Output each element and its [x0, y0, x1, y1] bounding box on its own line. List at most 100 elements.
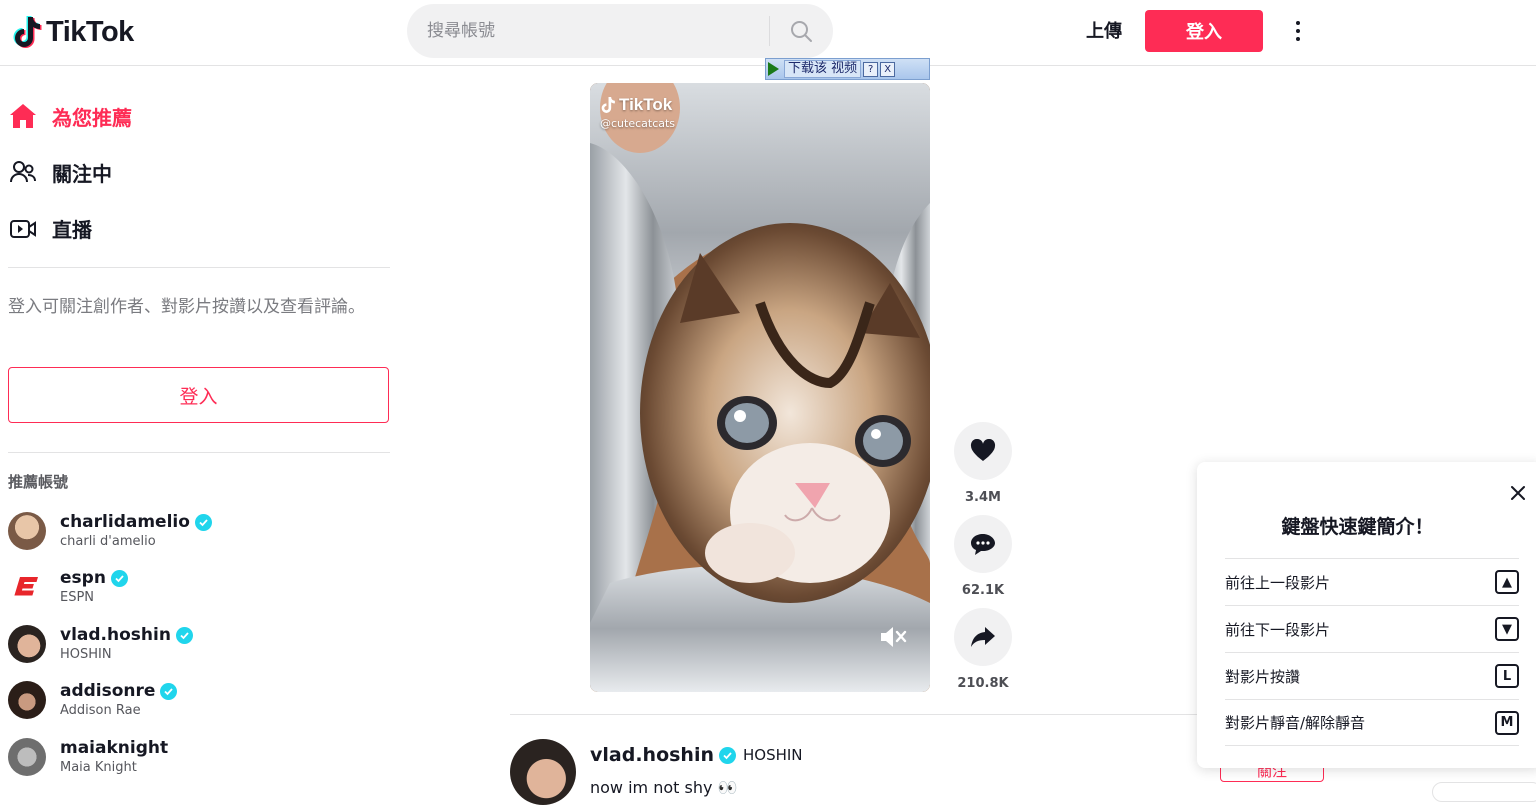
- share-button[interactable]: [954, 608, 1012, 666]
- shortcut-row: 前往下一段影片 ▼: [1225, 605, 1519, 652]
- top-header: TikTok 上傳 登入: [0, 0, 1536, 66]
- mute-button[interactable]: [878, 624, 910, 650]
- account-item[interactable]: espn ESPN: [8, 562, 388, 612]
- keyboard-shortcuts-panel: 鍵盤快速鍵簡介！ 前往上一段影片 ▲ 前往下一段影片 ▼ 對影片按讚 L 對影片…: [1197, 462, 1536, 768]
- account-nickname: charli d'amelio: [60, 534, 156, 549]
- account-username: addisonre: [60, 681, 156, 701]
- header-login-button[interactable]: 登入: [1145, 10, 1263, 52]
- arrow-down-key-icon: ▼: [1495, 617, 1519, 641]
- help-button[interactable]: ?: [863, 61, 879, 77]
- search-bar: [407, 4, 833, 58]
- sidebar: 為您推薦 關注中 直播 登入可關注創作者、對影片按讚以及查看評論。 登入 推薦帳…: [0, 67, 400, 790]
- avatar[interactable]: [510, 739, 576, 805]
- like-action: 3.4M: [954, 422, 1012, 505]
- m-key-icon: M: [1495, 710, 1519, 735]
- kitten-video-frame: [590, 83, 930, 692]
- verified-badge-icon: [160, 682, 178, 700]
- tiktok-note-icon: [601, 97, 615, 113]
- download-video-label[interactable]: 下载该 视频: [784, 60, 862, 78]
- account-item[interactable]: addisonre Addison Rae: [8, 675, 388, 725]
- arrow-up-key-icon: ▲: [1495, 570, 1519, 594]
- video-player[interactable]: TikTok @cutecatcats: [590, 83, 930, 692]
- account-username: espn: [60, 568, 106, 588]
- comment-button[interactable]: [954, 515, 1012, 573]
- more-dots-icon: [1296, 21, 1300, 25]
- account-item[interactable]: vlad.hoshin HOSHIN: [8, 619, 388, 669]
- recommended-accounts-title: 推薦帳號: [8, 473, 69, 491]
- watermark-brand: TikTok: [619, 95, 673, 114]
- sidebar-item-label: 為您推薦: [52, 105, 132, 130]
- account-nickname: Maia Knight: [60, 760, 137, 775]
- account-nickname: HOSHIN: [60, 647, 112, 662]
- avatar: [8, 681, 46, 719]
- espn-logo-avatar: [8, 568, 46, 606]
- like-button[interactable]: [954, 422, 1012, 480]
- account-nickname: ESPN: [60, 590, 95, 605]
- sidebar-divider: [8, 267, 390, 268]
- account-item[interactable]: maiaknight Maia Knight: [8, 732, 388, 782]
- video-watermark: TikTok @cutecatcats: [600, 95, 675, 130]
- account-nickname: Addison Rae: [60, 703, 141, 718]
- shortcuts-title: 鍵盤快速鍵簡介！: [1281, 516, 1434, 538]
- tiktok-logo[interactable]: TikTok: [12, 12, 134, 52]
- close-bar-button[interactable]: X: [880, 61, 896, 77]
- share-action: 210.8K: [954, 608, 1012, 691]
- avatar: [8, 625, 46, 663]
- logo-text: TikTok: [46, 15, 134, 48]
- shortcut-label: 前往下一段影片: [1225, 620, 1331, 639]
- more-menu-button[interactable]: [1286, 18, 1310, 44]
- upload-link[interactable]: 上傳: [1086, 17, 1122, 43]
- search-icon: [791, 21, 812, 42]
- shortcut-label: 對影片按讚: [1225, 667, 1301, 686]
- account-item[interactable]: charlidamelio charli d'amelio: [8, 506, 388, 556]
- live-icon: [10, 220, 36, 238]
- feed-divider: [510, 714, 1210, 715]
- sidebar-item-following[interactable]: 關注中: [8, 150, 112, 194]
- more-dot: [1296, 37, 1300, 41]
- sidebar-item-label: 直播: [52, 217, 92, 242]
- account-username: maiaknight: [60, 738, 169, 758]
- account-username: vlad.hoshin: [60, 625, 171, 645]
- espn-e-icon: [14, 577, 38, 596]
- account-username: charlidamelio: [60, 512, 190, 532]
- tiktok-logo-icon: [13, 16, 42, 48]
- muted-speaker-icon: [881, 627, 907, 647]
- get-app-button[interactable]: [1432, 782, 1536, 802]
- home-icon: [10, 104, 36, 128]
- share-arrow-icon: [971, 627, 995, 647]
- close-icon: [1511, 486, 1525, 500]
- verified-badge-icon: [719, 746, 736, 764]
- comment-action: 62.1K: [954, 515, 1012, 598]
- sidebar-item-live[interactable]: 直播: [8, 206, 92, 250]
- sidebar-login-button[interactable]: 登入: [8, 367, 389, 423]
- shortcut-row: 前往上一段影片 ▲: [1225, 558, 1519, 605]
- search-input[interactable]: [407, 4, 769, 58]
- users-icon: [10, 161, 36, 183]
- shortcut-label: 前往上一段影片: [1225, 573, 1331, 592]
- post-author[interactable]: vlad.hoshin HOSHIN: [590, 744, 803, 766]
- watermark-handle: @cutecatcats: [600, 117, 676, 130]
- comment-count: 62.1K: [961, 583, 1005, 598]
- verified-badge-icon: [194, 513, 212, 531]
- share-count: 210.8K: [957, 676, 1009, 691]
- verified-badge-icon: [110, 569, 128, 587]
- verified-badge-icon: [175, 626, 193, 644]
- shortcut-row: 對影片按讚 L: [1225, 652, 1519, 699]
- sidebar-item-label: 關注中: [52, 161, 112, 186]
- close-button[interactable]: [1507, 482, 1529, 504]
- play-icon: [768, 62, 779, 76]
- l-key-icon: L: [1495, 664, 1519, 688]
- shortcut-label: 對影片靜音/解除靜音: [1225, 714, 1366, 732]
- sidebar-item-for-you[interactable]: 為您推薦: [8, 94, 132, 138]
- avatar: [8, 738, 46, 776]
- post-author-username[interactable]: vlad.hoshin: [590, 744, 714, 766]
- post-author-nickname: HOSHIN: [743, 746, 803, 764]
- video-download-bar[interactable]: 下载该 视频 ? X: [765, 58, 930, 80]
- shortcut-row: 對影片靜音/解除靜音 M: [1225, 699, 1519, 746]
- search-button[interactable]: [770, 4, 832, 58]
- heart-icon: [970, 439, 996, 461]
- login-hint: 登入可關注創作者、對影片按讚以及查看評論。: [8, 297, 365, 317]
- more-dot: [1296, 29, 1300, 33]
- comment-icon: [971, 534, 995, 555]
- post-description: now im not shy 👀: [590, 778, 738, 797]
